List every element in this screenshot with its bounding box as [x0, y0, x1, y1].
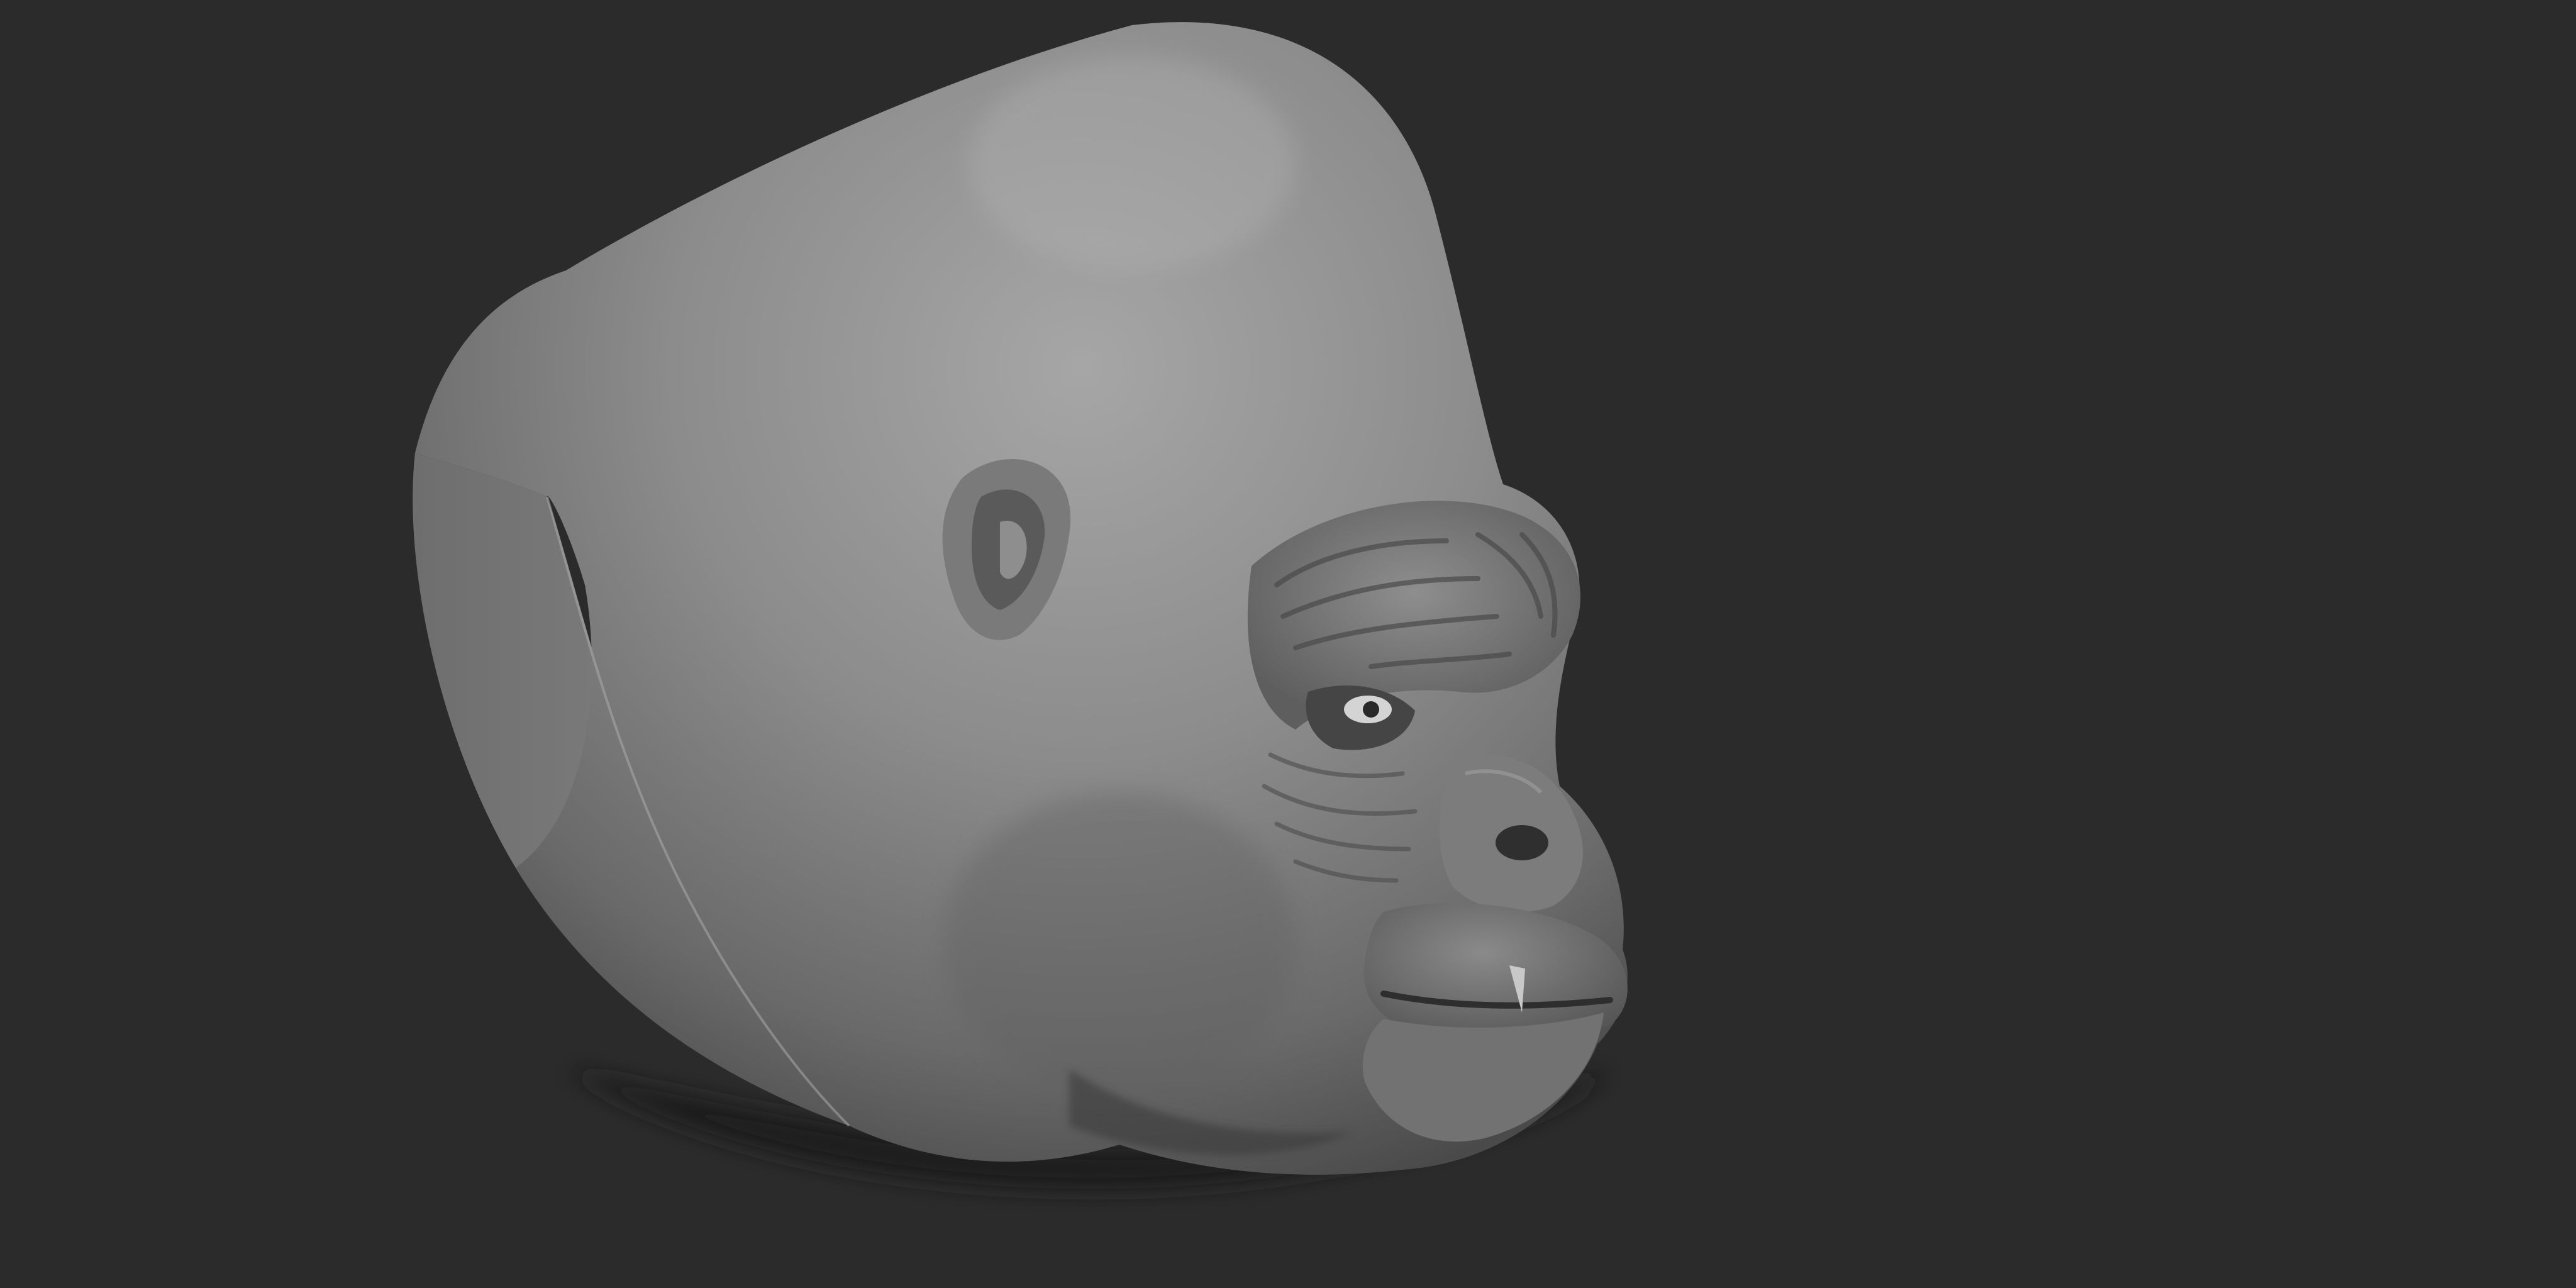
skull-highlight: [969, 57, 1296, 270]
chin: [1362, 1013, 1604, 1142]
nose: [1439, 753, 1583, 912]
cheek-shade: [943, 792, 1296, 1094]
sculpt-render: [413, 22, 1628, 1189]
3d-viewport[interactable]: [0, 0, 2576, 1288]
pupil-icon: [1363, 701, 1379, 718]
